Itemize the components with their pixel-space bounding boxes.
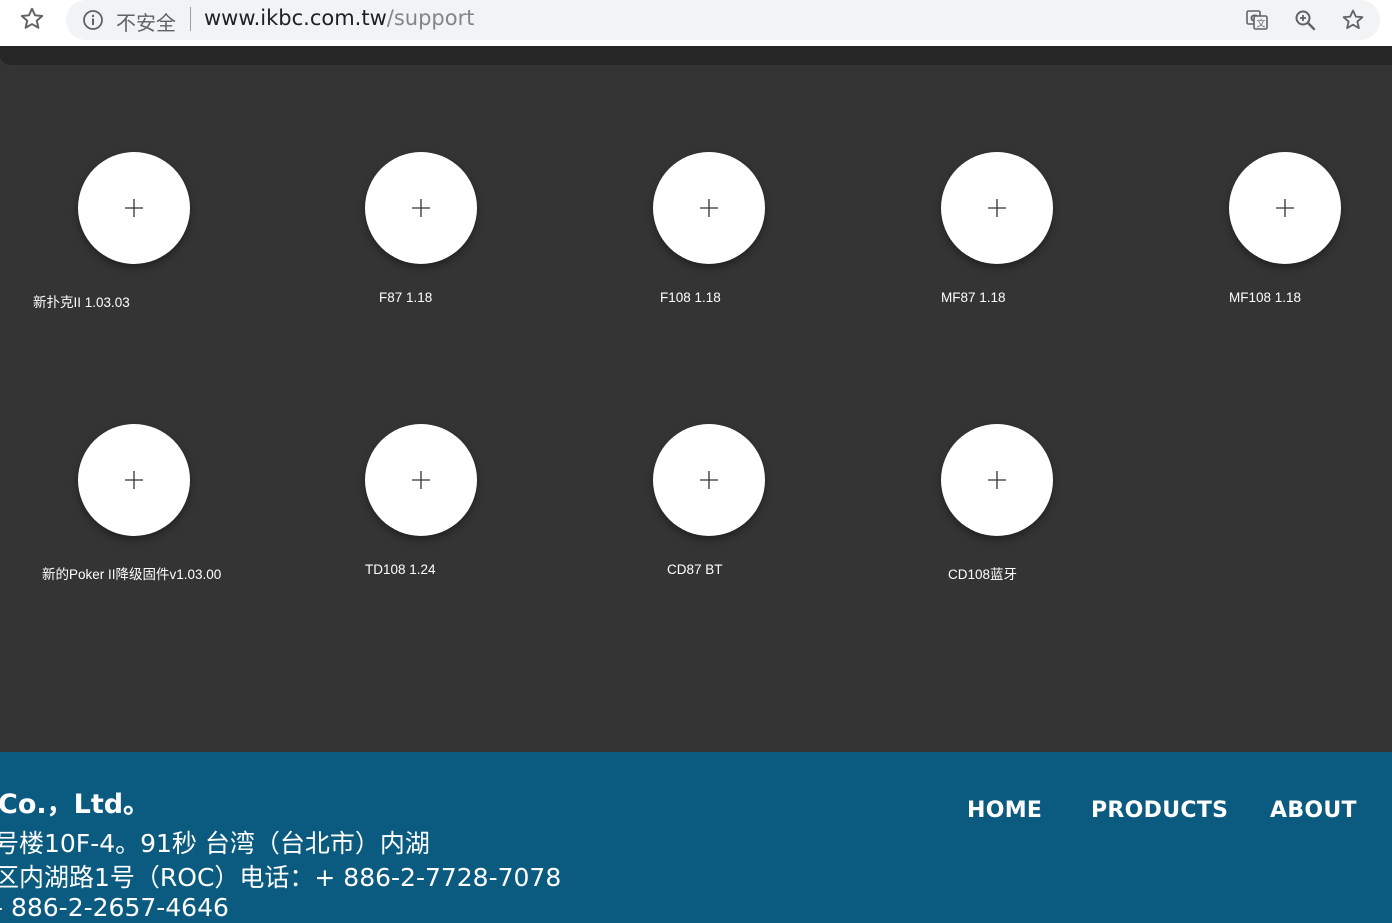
product-label[interactable]: TD108 1.24 (365, 562, 436, 577)
plus-icon (700, 199, 718, 217)
plus-icon (412, 471, 430, 489)
plus-icon (412, 199, 430, 217)
plus-icon (988, 199, 1006, 217)
expand-button[interactable] (941, 424, 1053, 536)
info-icon[interactable] (82, 9, 104, 31)
product-label[interactable]: 新的Poker II降级固件v1.03.00 (42, 563, 221, 583)
svg-text:文: 文 (1257, 18, 1266, 30)
plus-icon (700, 471, 718, 489)
expand-button[interactable] (78, 424, 190, 536)
plus-icon (1276, 199, 1294, 217)
url-path: /support (386, 6, 475, 30)
nav-products-link[interactable]: PRODUCTS (1091, 798, 1228, 823)
zoom-icon[interactable] (1291, 6, 1319, 34)
address-bar[interactable]: 不安全 www.ikbc.com.tw/support G 文 (66, 0, 1380, 40)
product-label[interactable]: MF108 1.18 (1229, 290, 1301, 305)
nav-home-link[interactable]: HOME (967, 798, 1042, 823)
address-line: 号楼10F-4。91秒 台湾（台北市）内湖 (0, 829, 430, 858)
product-label[interactable]: MF87 1.18 (941, 290, 1006, 305)
nav-about-link[interactable]: ABOUT (1270, 798, 1357, 823)
plus-icon (125, 471, 143, 489)
address-line: - 886-2-2657-4646 (0, 893, 229, 922)
plus-icon (125, 199, 143, 217)
expand-button[interactable] (78, 152, 190, 264)
bookmark-star-icon[interactable] (14, 4, 50, 34)
url-text[interactable]: www.ikbc.com.tw/support (204, 6, 474, 30)
site-header-strip (0, 46, 1392, 65)
browser-toolbar: 不安全 www.ikbc.com.tw/support G 文 (0, 0, 1392, 46)
product-label[interactable]: F108 1.18 (660, 290, 721, 305)
translate-icon[interactable]: G 文 (1243, 6, 1271, 34)
expand-button[interactable] (1229, 152, 1341, 264)
expand-button[interactable] (653, 152, 765, 264)
expand-button[interactable] (941, 152, 1053, 264)
plus-icon (988, 471, 1006, 489)
product-label[interactable]: CD87 BT (667, 562, 723, 577)
star-icon[interactable] (1339, 6, 1367, 34)
url-host: www.ikbc.com.tw (204, 6, 387, 30)
address-divider (190, 7, 191, 31)
security-status: 不安全 (116, 11, 176, 35)
address-line: 区内湖路1号（ROC）电话：+ 886-2-7728-7078 (0, 863, 562, 892)
expand-button[interactable] (365, 424, 477, 536)
product-label[interactable]: F87 1.18 (379, 290, 432, 305)
expand-button[interactable] (653, 424, 765, 536)
site-footer: Co.，Ltd。 号楼10F-4。91秒 台湾（台北市）内湖 区内湖路1号（RO… (0, 752, 1392, 923)
expand-button[interactable] (365, 152, 477, 264)
company-name: Co.，Ltd。 (0, 789, 151, 820)
product-label[interactable]: CD108蓝牙 (948, 563, 1017, 583)
product-label[interactable]: 新扑克II 1.03.03 (33, 291, 130, 311)
